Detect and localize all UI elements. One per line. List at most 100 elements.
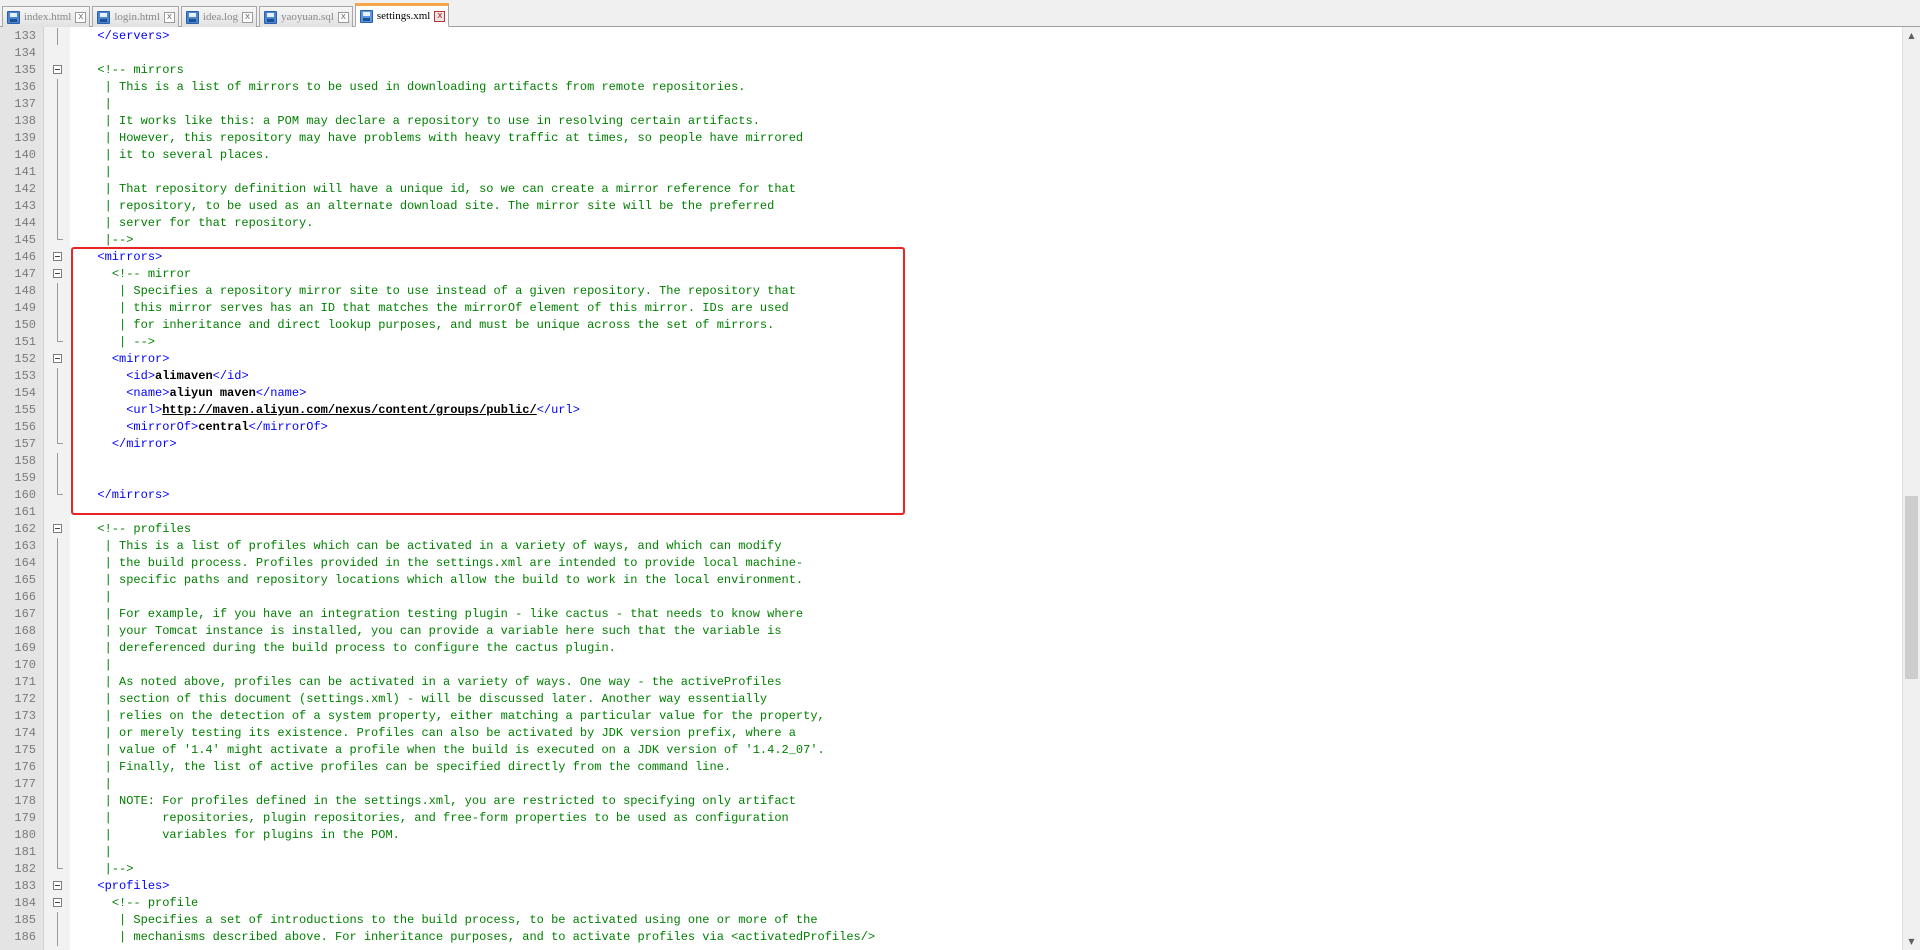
code-text[interactable]: | repository, to be used as an alternate… xyxy=(83,198,775,215)
code-text[interactable]: | That repository definition will have a… xyxy=(83,181,796,198)
line-number: 159 xyxy=(14,471,36,485)
fold-guide xyxy=(57,28,58,45)
fold-guide xyxy=(57,759,58,776)
line-number: 138 xyxy=(14,114,36,128)
fold-end-marker xyxy=(57,861,63,869)
tab-index-html[interactable]: index.html x xyxy=(2,6,91,27)
code-text[interactable]: <name>aliyun maven</name> xyxy=(83,385,306,402)
close-icon[interactable]: x xyxy=(434,10,446,22)
code-text[interactable]: | this mirror serves has an ID that matc… xyxy=(83,300,789,317)
close-icon[interactable]: x xyxy=(337,11,349,23)
tab-idea-log[interactable]: idea.log x xyxy=(180,6,258,27)
code-text[interactable]: | relies on the detection of a system pr… xyxy=(83,708,825,725)
code-text[interactable]: <!-- profile xyxy=(83,895,198,912)
line-number: 145 xyxy=(14,233,36,247)
code-text[interactable]: | variables for plugins in the POM. xyxy=(83,827,400,844)
code-text[interactable]: | For example, if you have an integratio… xyxy=(83,606,804,623)
code-text[interactable]: | Finally, the list of active profiles c… xyxy=(83,759,732,776)
fold-collapse-icon[interactable] xyxy=(53,65,62,74)
xml-comment: <!-- mirror xyxy=(111,267,192,281)
line-number: 142 xyxy=(14,182,36,196)
code-text[interactable]: | specific paths and repository location… xyxy=(83,572,804,589)
code-text[interactable]: | the build process. Profiles provided i… xyxy=(83,555,804,572)
fold-collapse-icon[interactable] xyxy=(53,252,62,261)
code-text[interactable]: </mirror> xyxy=(83,436,177,453)
fold-collapse-icon[interactable] xyxy=(53,524,62,533)
code-text[interactable]: | It works like this: a POM may declare … xyxy=(83,113,760,130)
code-text[interactable]: | xyxy=(83,844,112,861)
tab-settings-xml[interactable]: settings.xml x xyxy=(354,3,450,27)
code-text[interactable]: | As noted above, profiles can be activa… xyxy=(83,674,782,691)
code-text[interactable]: <!-- mirrors xyxy=(83,62,183,79)
code-text[interactable]: | your Tomcat instance is installed, you… xyxy=(83,623,782,640)
code-text[interactable]: | value of '1.4' might activate a profil… xyxy=(83,742,825,759)
code-text[interactable]: | it to several places. xyxy=(83,147,271,164)
fold-guide xyxy=(57,555,58,572)
close-icon[interactable]: x xyxy=(242,11,254,23)
tab-bar: index.html x login.html x idea.log x yaoyuan.s… xyxy=(0,0,1920,27)
close-icon[interactable]: x xyxy=(75,11,87,23)
code-text[interactable]: | mechanisms described above. For inheri… xyxy=(83,929,875,946)
code-text[interactable]: | xyxy=(83,589,112,606)
code-line: 159 xyxy=(0,470,1902,487)
code-text[interactable]: | dereferenced during the build process … xyxy=(83,640,616,657)
code-text[interactable]: | xyxy=(83,776,112,793)
code-text[interactable]: | section of this document (settings.xml… xyxy=(83,691,768,708)
close-icon[interactable]: x xyxy=(163,11,175,23)
code-text[interactable]: <!-- mirror xyxy=(83,266,191,283)
code-text[interactable]: | NOTE: For profiles defined in the sett… xyxy=(83,793,796,810)
code-line: 171 | As noted above, profiles can be ac… xyxy=(0,674,1902,691)
code-text[interactable]: | --> xyxy=(83,334,155,351)
code-editor[interactable]: 133 </servers> 134 135 <!-- mirrors 136 | T… xyxy=(0,27,1902,950)
code-text[interactable]: | repositories, plugin repositories, and… xyxy=(83,810,789,827)
fold-guide xyxy=(57,912,58,929)
code-line: 181 | xyxy=(0,844,1902,861)
code-text[interactable]: <id>alimaven</id> xyxy=(83,368,248,385)
code-text[interactable]: <url>http://maven.aliyun.com/nexus/conte… xyxy=(83,402,580,419)
fold-guide xyxy=(57,725,58,742)
fold-guide xyxy=(57,215,58,232)
fold-collapse-icon[interactable] xyxy=(53,354,62,363)
code-text[interactable]: | However, this repository may have prob… xyxy=(83,130,804,147)
code-text[interactable]: | or merely testing its existence. Profi… xyxy=(83,725,796,742)
code-text[interactable]: | for inheritance and direct lookup purp… xyxy=(83,317,774,334)
scroll-up-arrow-icon[interactable]: ▲ xyxy=(1903,27,1920,44)
fold-collapse-icon[interactable] xyxy=(53,898,62,907)
code-text[interactable]: <mirror> xyxy=(83,351,170,368)
scrollbar-thumb[interactable] xyxy=(1905,496,1918,679)
line-number: 185 xyxy=(14,913,36,927)
scroll-down-arrow-icon[interactable]: ▼ xyxy=(1903,933,1920,950)
code-text[interactable]: | This is a list of profiles which can b… xyxy=(83,538,782,555)
fold-end-marker xyxy=(57,334,63,342)
code-line: 172 | section of this document (settings… xyxy=(0,691,1902,708)
code-text[interactable]: | xyxy=(83,657,112,674)
code-text[interactable]: | xyxy=(83,96,112,113)
code-text[interactable]: <mirrorOf>central</mirrorOf> xyxy=(83,419,328,436)
code-text[interactable]: |--> xyxy=(83,861,134,878)
code-text[interactable]: <profiles> xyxy=(83,878,169,895)
vertical-scrollbar[interactable]: ▲ ▼ xyxy=(1902,27,1920,950)
code-text[interactable]: | Specifies a repository mirror site to … xyxy=(83,283,796,300)
code-text[interactable]: </servers> xyxy=(83,28,169,45)
fold-end-marker xyxy=(57,232,63,240)
code-text[interactable]: </mirrors> xyxy=(83,487,169,504)
code-text[interactable]: | xyxy=(83,164,112,181)
fold-guide xyxy=(57,742,58,759)
document-icon xyxy=(264,10,278,24)
fold-collapse-icon[interactable] xyxy=(53,269,62,278)
code-text[interactable]: | server for that repository. xyxy=(83,215,314,232)
code-text[interactable]: |--> xyxy=(83,232,134,249)
code-text[interactable]: <mirrors> xyxy=(83,249,162,266)
tab-yaoyuan-sql[interactable]: yaoyuan.sql x xyxy=(259,6,353,27)
code-text[interactable]: | This is a list of mirrors to be used i… xyxy=(83,79,746,96)
xml-comment: | It works like this: a POM may declare … xyxy=(83,114,760,128)
line-number: 164 xyxy=(14,556,36,570)
document-tabs: index.html x login.html x idea.log x yaoyuan.s… xyxy=(2,3,451,27)
tab-login-html[interactable]: login.html x xyxy=(92,6,179,27)
url-link[interactable]: http://maven.aliyun.com/nexus/content/gr… xyxy=(162,403,536,417)
code-line: 147 <!-- mirror xyxy=(0,266,1902,283)
fold-collapse-icon[interactable] xyxy=(53,881,62,890)
document-icon xyxy=(185,10,199,24)
code-text[interactable]: <!-- profiles xyxy=(83,521,191,538)
code-text[interactable]: | Specifies a set of introductions to th… xyxy=(83,912,818,929)
